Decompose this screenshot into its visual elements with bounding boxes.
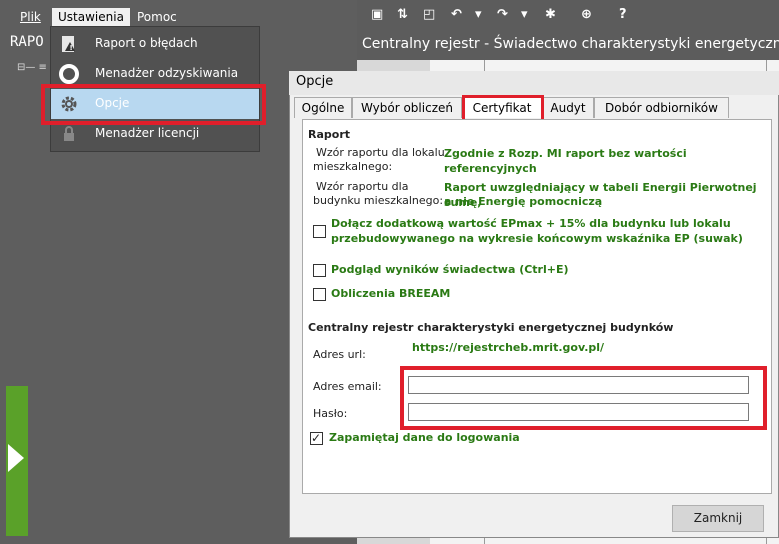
highlight-box-opcje [41,84,266,125]
adres-url-label: Adres url: [313,348,366,361]
help-icon[interactable]: ? [619,7,627,22]
redo-icon[interactable]: ↷ [497,7,508,22]
wzor-budynek-label-line1: Wzór raportu dla [316,180,409,193]
tab-audyt[interactable]: Audyt [542,97,594,118]
checkbox-epmax-label-line2: przebudowywanego na wykresie końcowym ws… [331,232,743,245]
menu-item-raport-o-bledach[interactable]: ! Raport o błędach [51,29,259,59]
tab-wybor-obliczen[interactable]: Wybór obliczeń [352,97,462,118]
tools-icon[interactable]: ✱ [545,7,556,22]
lifebuoy-icon [59,64,79,84]
save-icon[interactable]: ▣ [371,7,383,22]
menu-pomoc[interactable]: Pomoc [131,8,183,26]
adres-email-label: Adres email: [313,380,382,393]
refresh-icon[interactable]: ⇅ [397,7,408,22]
lock-icon [64,126,74,141]
menubar: Plik Ustawienia Pomoc [0,8,357,26]
undo-dropdown-icon[interactable]: ▾ [475,7,482,22]
checkbox-breeam-label: Obliczenia BREEAM [331,287,451,300]
svg-text:!: ! [70,44,73,52]
checkbox-podglad[interactable] [313,264,326,277]
checkbox-zapamietaj[interactable]: ✓ [310,432,323,445]
left-pane-title: RAPO [10,34,44,50]
section-rejestr-heading: Centralny rejestr charakterystyki energe… [308,321,674,334]
dialog-titlebar [289,71,779,95]
dialog-title: Opcje [296,74,334,89]
redo-dropdown-icon[interactable]: ▾ [521,7,528,22]
unlock-icon[interactable]: ⊕ [581,7,592,22]
undo-icon[interactable]: ↶ [451,7,462,22]
wzor-lokal-value[interactable]: Zgodnie z Rozp. MI raport bez wartości r… [444,146,779,176]
tab-dobor-odbiornikow[interactable]: Dobór odbiorników [594,97,729,118]
wzor-budynek-label-line2: budynku mieszkalnego: [313,194,444,207]
checkbox-podglad-label: Podgląd wyników świadectwa (Ctrl+E) [331,263,569,276]
document-title: Centralny rejestr - Świadectwo charakter… [362,36,779,52]
checkbox-epmax[interactable] [313,225,326,238]
tab-ogolne[interactable]: Ogólne [294,97,352,118]
wzor-budynek-value-line2[interactable]: a nie Energię pomocniczą [444,194,602,209]
tree-expander-icon[interactable]: ⊟— ≡ [17,62,47,73]
menu-item-label: Raport o błędach [95,36,198,50]
report-bug-icon: ! [62,36,75,52]
haslo-label: Hasło: [313,407,348,420]
menu-item-label: Menadżer licencji [95,126,200,140]
adres-url-value[interactable]: https://rejestrcheb.mrit.gov.pl/ [412,340,604,355]
section-raport-heading: Raport [308,128,351,141]
close-button[interactable]: Zamknij [672,505,764,532]
preview-icon[interactable]: ◰ [423,7,435,22]
menu-item-label: Menadżer odzyskiwania [95,66,239,80]
highlight-box-login-inputs [400,366,767,430]
checkbox-breeam[interactable] [313,288,326,301]
toolbar: ▣ ⇅ ◰ ↶ ▾ ↷ ▾ ✱ ⊕ ? [357,0,779,30]
checkbox-epmax-label-line1: Dołącz dodatkową wartość EPmax + 15% dla… [331,217,731,230]
arrow-right-icon [8,444,24,472]
checkmark-icon: ✓ [311,431,322,445]
checkbox-zapamietaj-label: Zapamiętaj dane do logowania [329,431,520,444]
menu-plik[interactable]: Plik [14,8,47,26]
menu-ustawienia[interactable]: Ustawienia [52,8,130,26]
wzor-lokal-label-line1: Wzór raportu dla lokalu [316,146,445,159]
wzor-lokal-label-line2: mieszkalnego: [313,160,393,173]
